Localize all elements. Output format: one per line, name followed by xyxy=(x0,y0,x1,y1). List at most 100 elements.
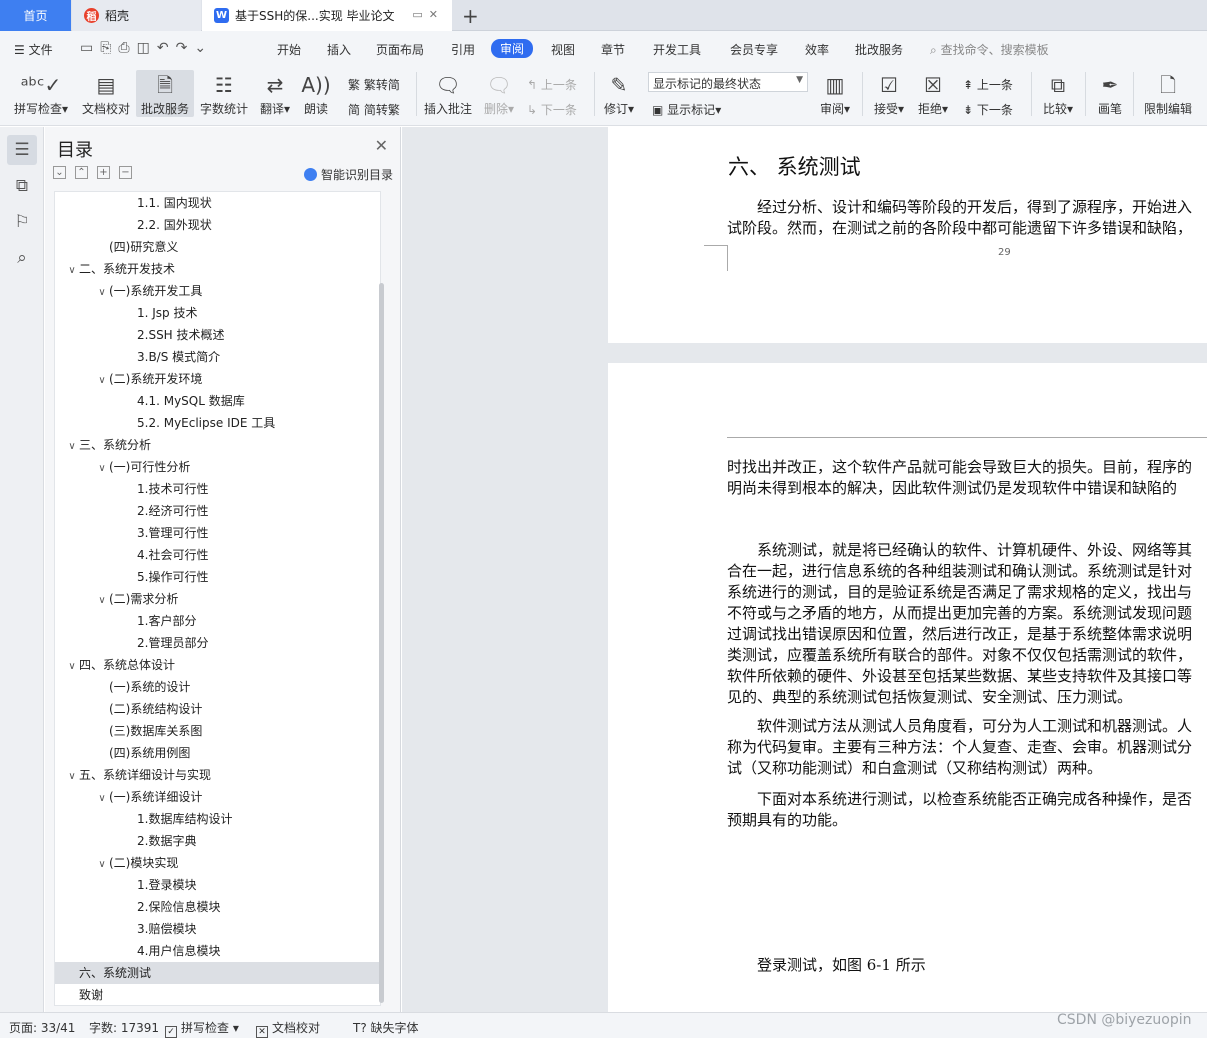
expand-up-icon[interactable]: ⌃ xyxy=(75,166,88,179)
new-tab-button[interactable]: + xyxy=(462,4,479,28)
toc-item[interactable]: ∨ 三、系统分析 xyxy=(55,434,380,456)
toc-item[interactable]: ∨ (一)系统开发工具 xyxy=(55,280,380,302)
toc-item[interactable]: (四)研究意义 xyxy=(55,236,380,258)
tab-docer[interactable]: 稻 稻壳 xyxy=(72,0,201,31)
toc-item[interactable]: ∨ (二)需求分析 xyxy=(55,588,380,610)
menu-page-layout[interactable]: 页面布局 xyxy=(376,41,424,58)
status-spell-check[interactable]: ✓ 拼写检查 ▾ xyxy=(165,1019,239,1038)
toc-item[interactable]: 1.技术可行性 xyxy=(55,478,380,500)
toc-item[interactable]: 5.2. MyEclipse IDE 工具 xyxy=(55,412,380,434)
toc-item[interactable]: 4.1. MySQL 数据库 xyxy=(55,390,380,412)
menu-start[interactable]: 开始 xyxy=(277,41,301,58)
track-changes-button[interactable]: ✎ 修订▾ xyxy=(600,70,638,117)
prev-change-button[interactable]: ⇞ 上一条 xyxy=(963,76,1013,93)
chevron-down-icon[interactable]: ∨ xyxy=(65,260,79,282)
trad-to-simp-button[interactable]: 繁 繁转简 xyxy=(348,76,400,93)
command-search[interactable]: ⌕ 查找命令、搜索模板 xyxy=(930,41,1049,58)
toc-item[interactable]: (四)系统用例图 xyxy=(55,742,380,764)
toc-item[interactable]: 1.客户部分 xyxy=(55,610,380,632)
read-aloud-button[interactable]: A)) 朗读 xyxy=(300,70,332,117)
simp-to-trad-button[interactable]: 简 简转繁 xyxy=(348,101,400,118)
toc-item[interactable]: ∨ 五、系统详细设计与实现 xyxy=(55,764,380,786)
toc-item[interactable]: 2.管理员部分 xyxy=(55,632,380,654)
pen-button[interactable]: ✒ 画笔 xyxy=(1093,70,1127,117)
toc-item[interactable]: 六、系统测试 xyxy=(55,962,380,984)
toc-item[interactable]: 2.经济可行性 xyxy=(55,500,380,522)
missing-font-indicator[interactable]: T? 缺失字体 xyxy=(353,1019,419,1036)
toc-item[interactable]: 2.保险信息模块 xyxy=(55,896,380,918)
menu-member[interactable]: 会员专享 xyxy=(730,41,778,58)
menu-review[interactable]: 审阅 xyxy=(491,39,534,58)
reject-button[interactable]: ☒ 拒绝▾ xyxy=(914,70,952,117)
toc-item[interactable]: 1.登录模块 xyxy=(55,874,380,896)
toc-item[interactable]: ∨ 二、系统开发技术 xyxy=(55,258,380,280)
toc-item[interactable]: 3.管理可行性 xyxy=(55,522,380,544)
document-page[interactable]: 六、 系统测试 经过分析、设计和编码等阶段的开发后，得到了源程序，开始进入 试阶… xyxy=(608,127,1207,343)
toc-item[interactable]: ∨ (二)模块实现 xyxy=(55,852,380,874)
toc-item[interactable]: 3.B/S 模式简介 xyxy=(55,346,380,368)
remove-heading-icon[interactable]: − xyxy=(119,166,132,179)
grading-service-button[interactable]: 🗎 批改服务 xyxy=(136,70,194,117)
doc-proofread-button[interactable]: ▤ 文档校对 xyxy=(80,70,132,117)
next-comment-button[interactable]: ↳ 下一条 xyxy=(527,101,577,118)
toc-item[interactable]: ∨ (二)系统开发环境 xyxy=(55,368,380,390)
document-page[interactable]: 时找出并改正，这个软件产品就可能会导致巨大的损失。目前，程序的 明尚未得到根本的… xyxy=(608,363,1207,1012)
menu-view[interactable]: 视图 xyxy=(551,41,575,58)
word-count-button[interactable]: ☷ 字数统计 xyxy=(198,70,250,117)
toc-item[interactable]: 1.数据库结构设计 xyxy=(55,808,380,830)
toc-item[interactable]: 4.用户信息模块 xyxy=(55,940,380,962)
menu-insert[interactable]: 插入 xyxy=(327,41,351,58)
toc-item[interactable]: 1.1. 国内现状 xyxy=(55,192,380,214)
smart-toc-button[interactable]: 智能识别目录 xyxy=(303,166,393,183)
status-proofread[interactable]: ✕ 文档校对 xyxy=(256,1019,320,1038)
spell-check-button[interactable]: ᵃᵇᶜ✓ 拼写检查▾ xyxy=(10,70,72,117)
toc-scrollbar[interactable] xyxy=(379,283,384,1003)
chevron-down-icon[interactable]: ∨ xyxy=(95,370,109,392)
tab-close-icon[interactable]: ▭✕ xyxy=(412,8,444,21)
bookmark-icon[interactable]: ⚐ xyxy=(7,207,37,237)
menu-grading-service[interactable]: 批改服务 xyxy=(855,41,903,58)
toc-item[interactable]: (一)系统的设计 xyxy=(55,676,380,698)
compare-button[interactable]: ⧉ 比较▾ xyxy=(1039,70,1077,117)
tab-home[interactable]: 首页 xyxy=(0,0,71,31)
chevron-down-icon[interactable]: ∨ xyxy=(95,590,109,612)
word-count-indicator[interactable]: 字数: 17391 xyxy=(89,1019,159,1036)
toc-item[interactable]: 2.数据字典 xyxy=(55,830,380,852)
markup-display-select[interactable]: 显示标记的最终状态 ▼ xyxy=(648,72,808,92)
toc-item[interactable]: (二)系统结构设计 xyxy=(55,698,380,720)
toc-item[interactable]: 2.2. 国外现状 xyxy=(55,214,380,236)
menu-developer[interactable]: 开发工具 xyxy=(653,41,701,58)
add-heading-icon[interactable]: + xyxy=(97,166,110,179)
chevron-down-icon[interactable]: ∨ xyxy=(95,788,109,810)
prev-comment-button[interactable]: ↰ 上一条 xyxy=(527,76,577,93)
toc-item[interactable]: ∨ (一)系统详细设计 xyxy=(55,786,380,808)
page-indicator[interactable]: 页面: 33/41 xyxy=(9,1019,75,1036)
menu-references[interactable]: 引用 xyxy=(451,41,475,58)
chevron-down-icon[interactable]: ∨ xyxy=(95,458,109,480)
chapter-nav-icon[interactable]: ⧉ xyxy=(7,171,37,201)
delete-comment-button[interactable]: 🗨 删除▾ xyxy=(481,70,517,117)
toc-item[interactable]: 4.社会可行性 xyxy=(55,544,380,566)
next-change-button[interactable]: ⇟ 下一条 xyxy=(963,101,1013,118)
quick-access-toolbar[interactable]: ▭⎘⎙◫↶↷⌄ xyxy=(80,40,213,56)
toc-item[interactable]: ∨ 四、系统总体设计 xyxy=(55,654,380,676)
restrict-editing-button[interactable]: 🗋 限制编辑 xyxy=(1141,70,1195,117)
accept-button[interactable]: ☑ 接受▾ xyxy=(870,70,908,117)
tab-document[interactable]: W 基于SSH的保...实现 毕业论文 ▭✕ xyxy=(202,0,452,31)
toc-panel-icon[interactable]: ☰ xyxy=(7,135,37,165)
menu-efficiency[interactable]: 效率 xyxy=(805,41,829,58)
toc-item[interactable]: 致谢 xyxy=(55,984,380,1005)
close-icon[interactable]: ✕ xyxy=(375,136,388,155)
chevron-down-icon[interactable]: ∨ xyxy=(95,854,109,876)
chevron-down-icon[interactable]: ∨ xyxy=(65,766,79,788)
menu-chapter[interactable]: 章节 xyxy=(601,41,625,58)
toc-item[interactable]: 1. Jsp 技术 xyxy=(55,302,380,324)
toc-item[interactable]: 2.SSH 技术概述 xyxy=(55,324,380,346)
show-markup-button[interactable]: ▣ 显示标记▾ xyxy=(652,101,721,118)
toc-item[interactable]: (三)数据库关系图 xyxy=(55,720,380,742)
chevron-down-icon[interactable]: ∨ xyxy=(65,656,79,678)
search-icon[interactable]: ⌕ xyxy=(7,243,37,273)
chevron-down-icon[interactable]: ∨ xyxy=(65,436,79,458)
chevron-down-icon[interactable]: ∨ xyxy=(95,282,109,304)
review-pane-button[interactable]: ▥ 审阅▾ xyxy=(816,70,854,117)
